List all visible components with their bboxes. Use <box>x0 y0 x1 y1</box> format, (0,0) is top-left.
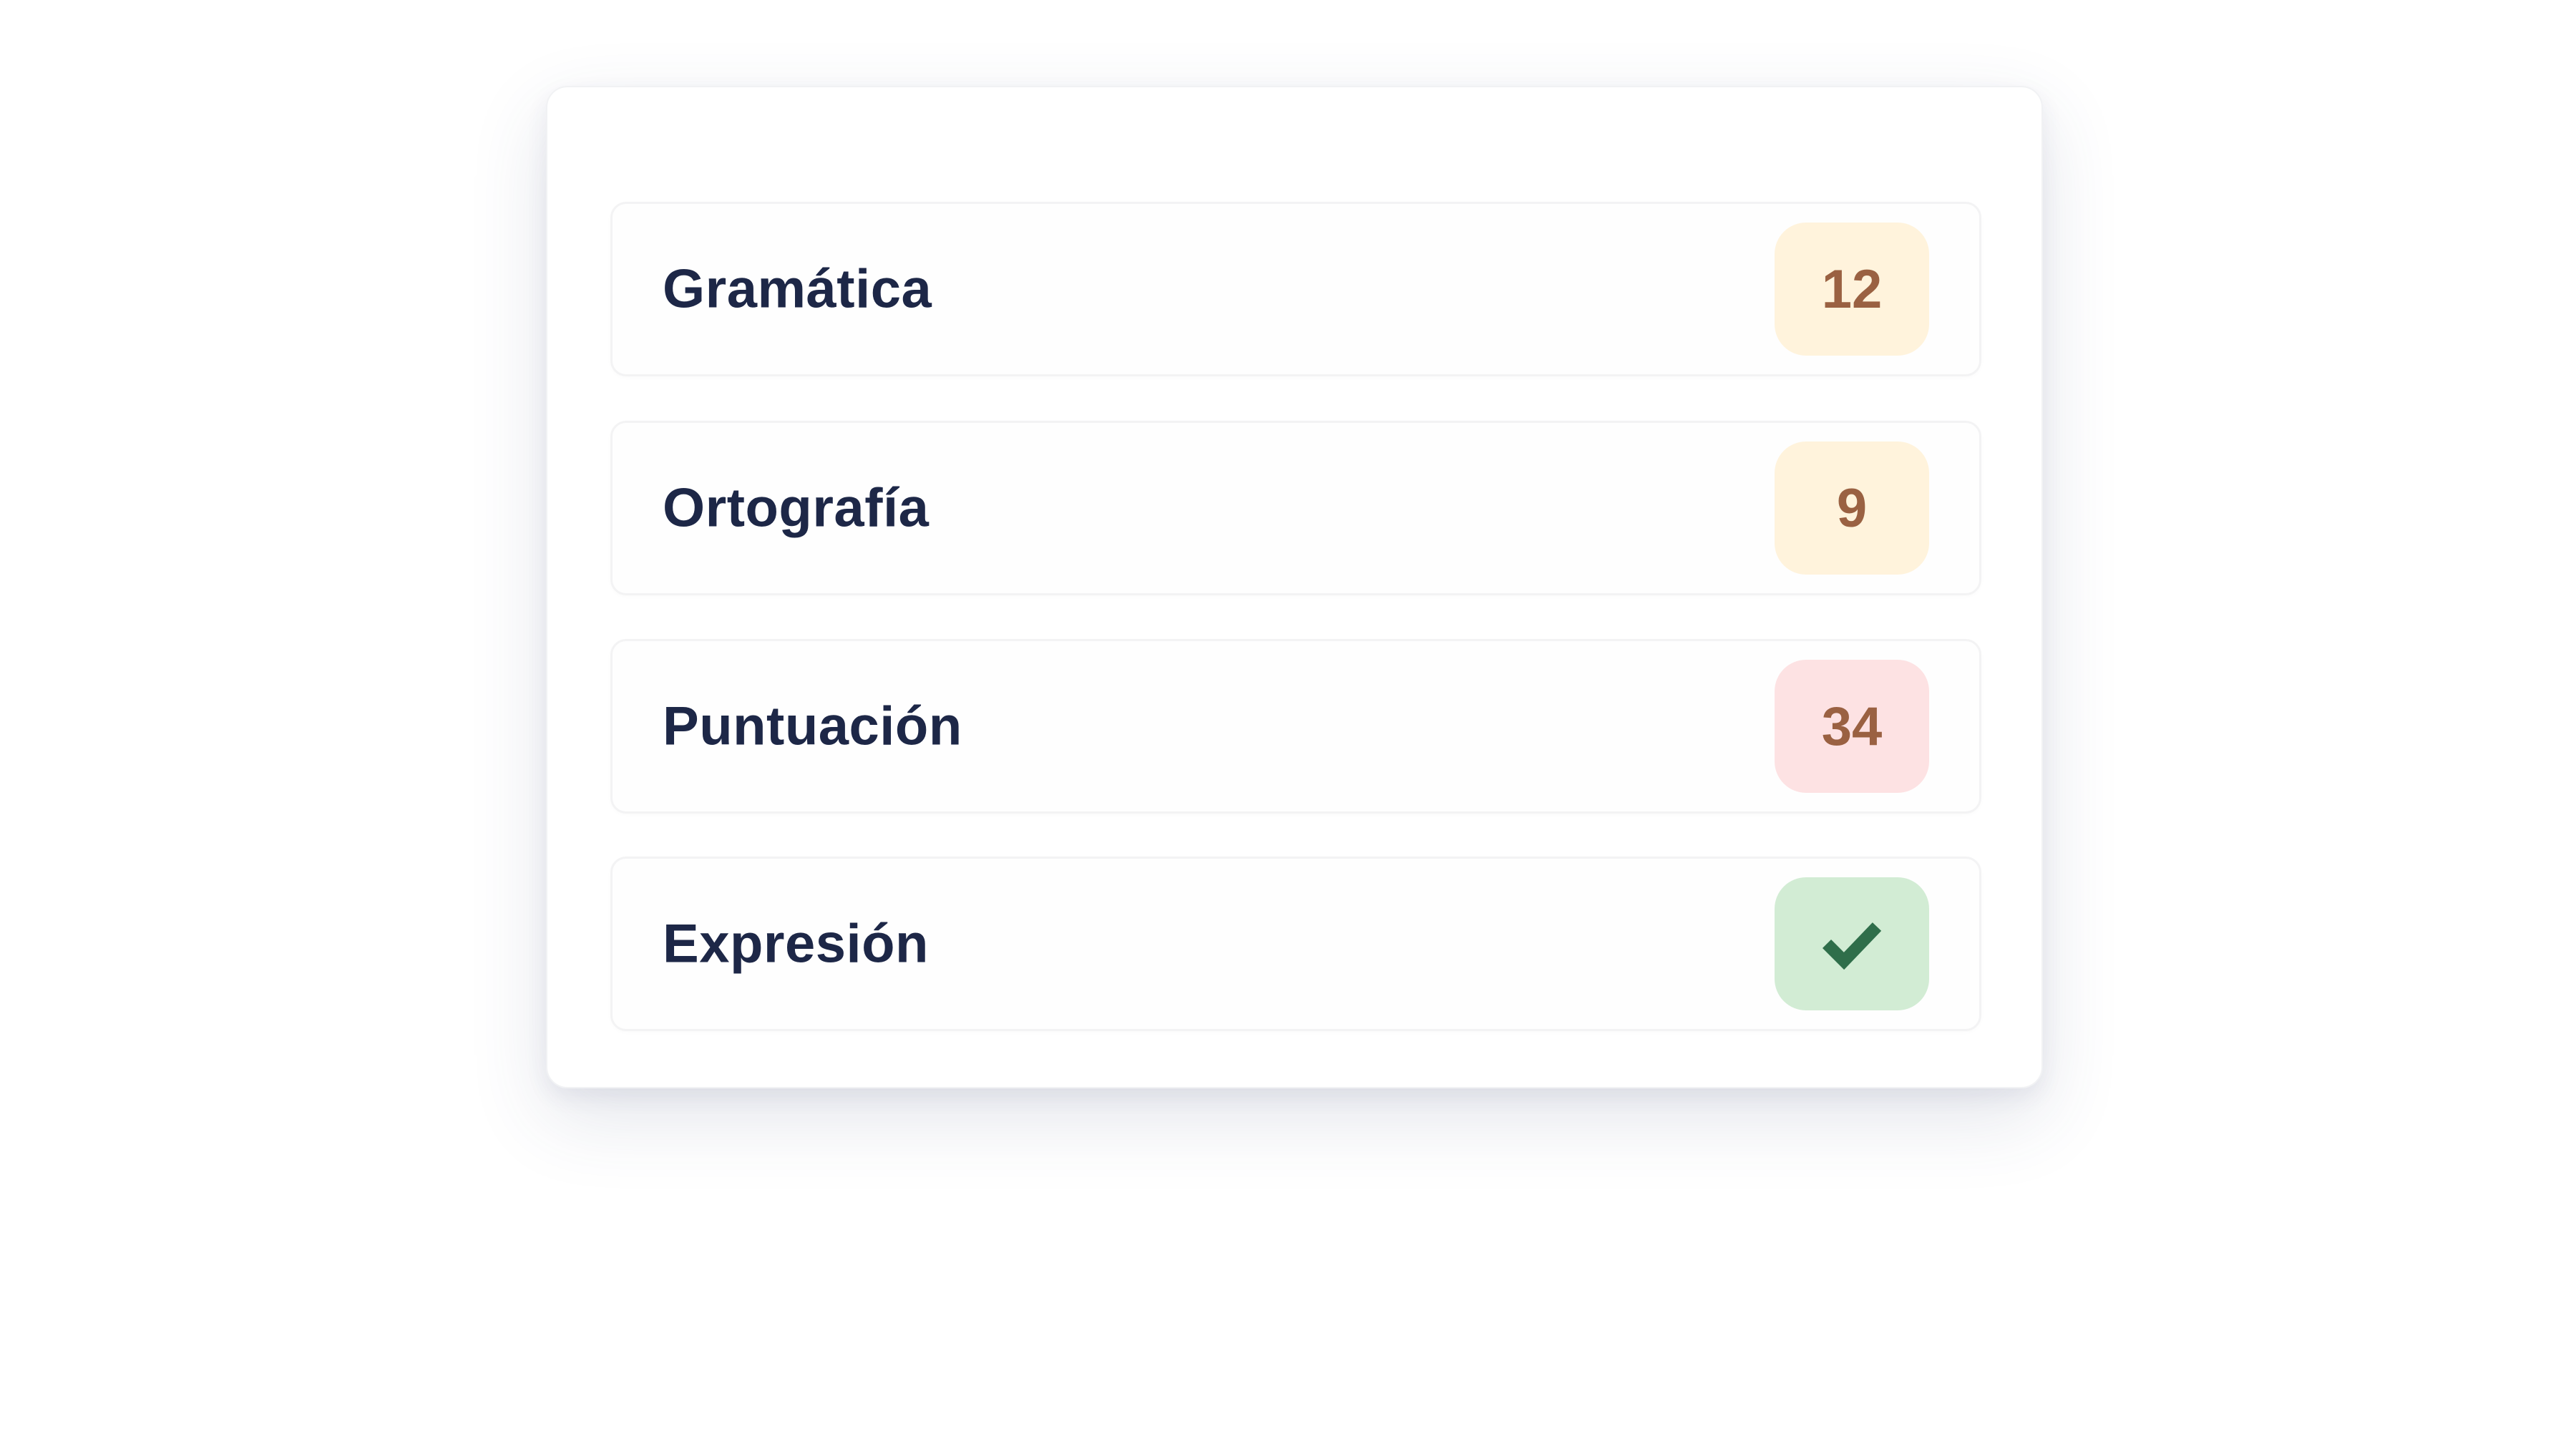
error-summary-card: Gramática 12 Ortografía 9 Puntuación 34 … <box>546 86 2043 1088</box>
category-row-ortografia[interactable]: Ortografía 9 <box>610 421 1981 595</box>
category-label: Ortografía <box>663 477 930 539</box>
status-ok-badge <box>1775 877 1929 1010</box>
count-badge: 9 <box>1775 442 1929 575</box>
category-label: Gramática <box>663 258 932 320</box>
category-label: Expresión <box>663 913 929 975</box>
check-icon <box>1822 922 1882 970</box>
category-row-gramatica[interactable]: Gramática 12 <box>610 202 1981 376</box>
category-row-puntuacion[interactable]: Puntuación 34 <box>610 639 1981 814</box>
count-badge: 12 <box>1775 223 1929 356</box>
category-row-expresion[interactable]: Expresión <box>610 857 1981 1031</box>
category-label: Puntuación <box>663 696 962 757</box>
count-badge: 34 <box>1775 660 1929 793</box>
